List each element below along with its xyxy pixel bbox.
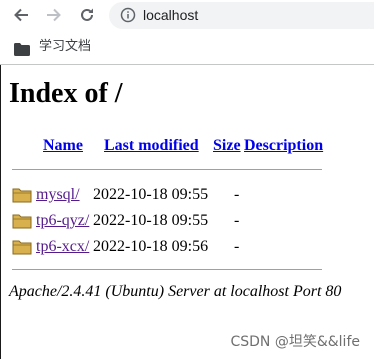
folder-icon [12,187,32,203]
page-content: Index of / Name Last modified Size Descr… [0,65,374,359]
size: - [234,212,240,229]
info-icon[interactable] [120,7,136,23]
folder-icon [12,213,32,229]
folder-icon [14,41,30,56]
window-edge [0,65,1,359]
reload-icon[interactable] [77,5,97,25]
table-row: tp6-qyz/ 2022-10-18 09:55 - [0,211,374,233]
column-header-name[interactable]: Name [43,137,83,155]
server-signature: Apache/2.4.41 (Ubuntu) Server at localho… [9,283,342,300]
column-header-size[interactable]: Size [213,137,241,155]
bookmark-folder-label[interactable]: 学习文档 [39,38,91,56]
browser-toolbar: localhost [0,0,374,31]
table-row: mysql/ 2022-10-18 09:55 - [0,185,374,207]
footer-rule [12,269,322,270]
directory-link[interactable]: tp6-qyz/ [36,211,89,231]
url-text[interactable]: localhost [143,5,198,25]
column-header-description[interactable]: Description [244,137,323,155]
bookmarks-bar: 学习文档 [0,31,374,64]
watermark: CSDN @坦笑&&life [230,334,360,350]
forward-arrow-icon[interactable] [44,5,64,25]
size: - [234,186,240,203]
size: - [234,238,240,255]
directory-link[interactable]: tp6-xcx/ [36,237,89,257]
last-modified: 2022-10-18 09:56 [93,238,209,255]
directory-link[interactable]: mysql/ [36,185,80,205]
column-header-last-modified[interactable]: Last modified [104,137,199,155]
page-title: Index of / [9,78,123,109]
header-rule [12,169,322,170]
back-arrow-icon[interactable] [11,5,31,25]
last-modified: 2022-10-18 09:55 [93,186,209,203]
table-row: tp6-xcx/ 2022-10-18 09:56 - [0,237,374,259]
folder-icon [12,239,32,255]
last-modified: 2022-10-18 09:55 [93,212,209,229]
